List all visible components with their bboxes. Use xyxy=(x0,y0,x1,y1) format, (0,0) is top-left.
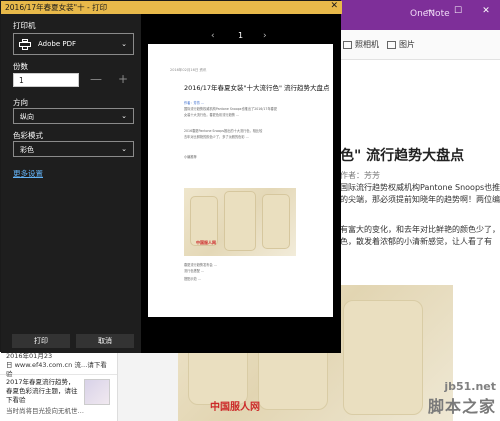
chevron-down-icon: ⌄ xyxy=(121,40,127,48)
article-body-line: 的尖端，那必须提前知晓年的趋势啊！两位编 xyxy=(340,195,500,204)
printer-value: Adobe PDF xyxy=(38,40,77,48)
copies-decrement-button[interactable]: — xyxy=(90,72,102,86)
cancel-button[interactable]: 取消 xyxy=(76,334,134,348)
orientation-select[interactable]: 纵向 ⌄ xyxy=(13,108,134,124)
print-settings-panel: 打印机 Adobe PDF ⌄ 份数 1 — + 方向 纵向 ⌄ 色彩模式 彩色… xyxy=(1,14,141,353)
article-heading: 色" 流行趋势大盘点 xyxy=(340,148,465,164)
dialog-title-bar: 2016/17年春夏女装"十 - 打印 ✕ xyxy=(1,1,342,14)
preview-photo-garment xyxy=(262,194,290,249)
onenote-ribbon: 照相机 图片 xyxy=(340,30,500,60)
preview-text-line: 女装十大流行色，春夏色彩流行趋势 ... xyxy=(184,113,240,117)
preview-photo: 中国服人网 xyxy=(184,188,296,256)
camera-icon xyxy=(343,40,352,49)
article-body-line: 色，散发着浓郁的小清新感觉，让人看了有 xyxy=(340,237,492,246)
previous-page-button[interactable]: ‹ xyxy=(211,31,215,41)
list-item-date: 2016年01月23 xyxy=(6,352,53,360)
article-author: 作者：芳芳 xyxy=(340,171,380,180)
window-controls: — ☐ ✕ xyxy=(416,0,500,22)
dialog-title: 2016/17年春夏女装"十 - 打印 xyxy=(5,3,108,12)
orientation-value: 纵向 xyxy=(20,113,34,121)
preview-caption-line: 流行色搭配 ... xyxy=(184,269,204,273)
minimize-icon[interactable]: — xyxy=(416,0,444,22)
preview-text-line: 国际流行趋势权威机构Pantone Snoops也推出了2016/17年春夏 xyxy=(184,107,278,111)
printer-select[interactable]: Adobe PDF ⌄ xyxy=(13,33,134,55)
print-preview-pane: ‹ 1 › 2016年02月16日 资讯 2016/17年春夏女装"十大流行色"… xyxy=(141,14,341,353)
printer-icon xyxy=(19,39,31,50)
watermark-domain: jb51.net xyxy=(444,380,497,393)
page-list: 2016年01月23 日 www.ef43.com.cn 流…请下看验 2017… xyxy=(0,350,118,421)
next-page-button[interactable]: › xyxy=(263,31,267,41)
preview-text-line: 去年对比鲜艳的颜色少了，多了淡雅的色彩 ... xyxy=(184,135,249,139)
preview-page: 2016年02月16日 资讯 2016/17年春夏女装"十大流行色" 流行趋势大… xyxy=(148,44,333,317)
maximize-icon[interactable]: ☐ xyxy=(444,0,472,22)
preview-text-line: 小编推荐 xyxy=(184,155,197,159)
color-mode-value: 彩色 xyxy=(20,146,34,154)
color-mode-select[interactable]: 彩色 ⌄ xyxy=(13,141,134,157)
list-item[interactable]: 2017年春夏流行趋势，春夏色彩流行主题，请往下看验 当时尚将目光投向无机世… xyxy=(0,375,117,421)
copies-increment-button[interactable]: + xyxy=(118,72,128,86)
list-item-thumbnail xyxy=(84,379,110,405)
orientation-label: 方向 xyxy=(13,98,28,107)
article-body-line: 有富大的变化，和去年对比鲜艳的颜色少了， xyxy=(340,225,500,234)
preview-title: 2016/17年春夏女装"十大流行色" 流行趋势大盘点 xyxy=(184,84,330,92)
close-icon[interactable]: ✕ xyxy=(330,1,338,11)
chevron-down-icon: ⌄ xyxy=(121,145,127,153)
print-dialog: 2016/17年春夏女装"十 - 打印 ✕ 打印机 Adobe PDF ⌄ 份数… xyxy=(0,0,342,353)
ribbon-image-label: 图片 xyxy=(399,40,415,49)
close-icon[interactable]: ✕ xyxy=(472,0,500,22)
copies-input[interactable]: 1 xyxy=(13,73,79,87)
printer-label: 打印机 xyxy=(13,21,36,30)
list-item[interactable]: 2016年01月23 日 www.ef43.com.cn 流…请下看验 xyxy=(0,350,117,378)
list-item-snippet: 当时尚将目光投向无机世… xyxy=(6,407,84,416)
preview-photo-garment xyxy=(190,196,218,246)
page-list-edge xyxy=(118,350,178,421)
photo-garment xyxy=(343,300,423,415)
preview-photo-logo: 中国服人网 xyxy=(196,240,216,245)
ribbon-camera-label: 照相机 xyxy=(355,40,379,49)
print-button[interactable]: 打印 xyxy=(12,334,70,348)
preview-text-line: 2016春夏Pantone Snoops推出的十大流行色，相比较 xyxy=(184,129,263,133)
preview-photo-garment xyxy=(224,191,256,251)
preview-meta: 2016年02月16日 资讯 xyxy=(170,68,207,72)
preview-caption-line: 搭配示范 ... xyxy=(184,277,201,281)
watermark-name: 脚本之家 xyxy=(428,397,497,416)
ribbon-camera-button[interactable]: 照相机 xyxy=(343,39,379,50)
ribbon-image-button[interactable]: 图片 xyxy=(387,39,415,50)
preview-page-number: 1 xyxy=(238,31,244,40)
color-mode-label: 色彩模式 xyxy=(13,131,43,140)
list-item-title: 2017年春夏流行趋势，春夏色彩流行主题，请往下看验 xyxy=(6,378,78,405)
site-watermark: jb51.net 脚本之家 xyxy=(428,380,496,417)
copies-label: 份数 xyxy=(13,62,28,71)
photo-logo: 中国服人网 xyxy=(210,402,260,413)
preview-text-line: 作者：芳芳 ... xyxy=(184,101,204,105)
image-icon xyxy=(387,40,396,49)
more-settings-link[interactable]: 更多设置 xyxy=(13,168,43,179)
article-body-line: 国际流行趋势权威机构Pantone Snoops也推出了 xyxy=(340,183,500,192)
chevron-down-icon: ⌄ xyxy=(121,112,127,120)
preview-caption-line: 春夏流行趋势发布会 ... xyxy=(184,263,217,267)
